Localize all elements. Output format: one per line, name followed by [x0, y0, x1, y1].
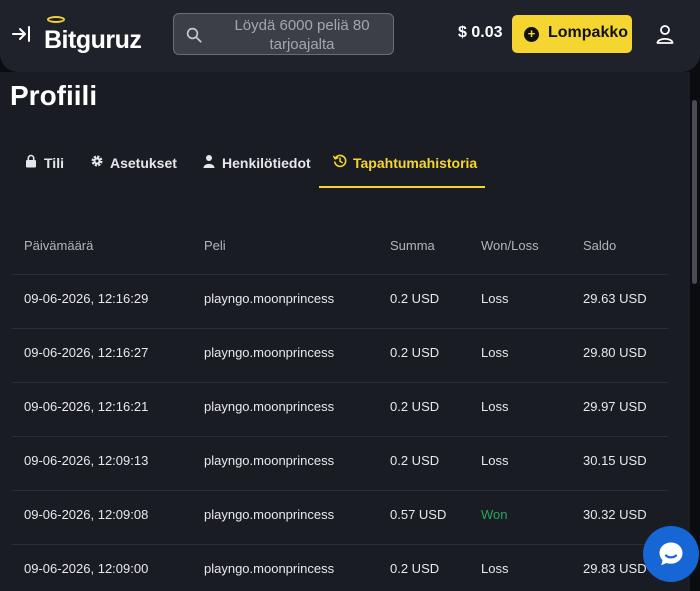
tab-label: Henkilötiedot — [222, 155, 311, 171]
page-title: Profiili — [10, 80, 98, 111]
cell-date: 09-06-2026, 12:16:27 — [24, 345, 149, 360]
cell-result: Won — [481, 507, 508, 522]
user-icon[interactable] — [653, 22, 677, 46]
transaction-table: Päivämäärä Peli Summa Won/Loss Saldo 09-… — [12, 224, 668, 591]
tab-label: Tapahtumahistoria — [353, 155, 478, 171]
collapse-sidebar-icon[interactable] — [10, 22, 34, 46]
table-row: 09-06-2026, 12:16:21 playngo.moonprinces… — [12, 383, 668, 437]
bitguruz-logo[interactable]: Bitguruz — [44, 14, 162, 56]
cell-balance: 30.32 USD — [583, 507, 647, 522]
cell-date: 09-06-2026, 12:16:21 — [24, 399, 149, 414]
cell-amount: 0.2 USD — [390, 399, 440, 414]
tab-label: Tili — [44, 155, 64, 171]
column-header-game: Peli — [204, 238, 226, 253]
logo-text: Bitguruz — [44, 26, 142, 54]
cell-result: Loss — [481, 345, 509, 360]
plus-circle-icon: + — [524, 27, 539, 42]
balance-amount: $ 0.03 — [458, 24, 503, 41]
wallet-button[interactable]: + Lompakko — [512, 15, 632, 53]
cell-game: playngo.moonprincess — [204, 507, 335, 522]
cell-date: 09-06-2026, 12:16:29 — [24, 291, 149, 306]
tab-label: Asetukset — [110, 155, 177, 171]
column-header-won-loss: Won/Loss — [481, 238, 539, 253]
cell-result: Loss — [481, 453, 509, 468]
cell-amount: 0.2 USD — [390, 345, 440, 360]
search-input[interactable]: Löydä 6000 peliä 80 tarjoajalta — [173, 13, 394, 55]
cell-amount: 0.2 USD — [390, 453, 440, 468]
column-header-balance: Saldo — [583, 238, 617, 253]
cell-balance: 29.97 USD — [583, 399, 647, 414]
cell-date: 09-06-2026, 12:09:00 — [24, 561, 149, 576]
cell-amount: 0.57 USD — [390, 507, 447, 522]
person-icon — [203, 155, 215, 168]
top-bar: Bitguruz Löydä 6000 peliä 80 tarjoajalta… — [0, 0, 700, 72]
search-placeholder: Löydä 6000 peliä 80 tarjoajalta — [234, 17, 370, 53]
table-row: 09-06-2026, 12:09:13 playngo.moonprinces… — [12, 437, 668, 491]
cell-game: playngo.moonprincess — [204, 399, 335, 414]
history-icon — [333, 154, 347, 168]
cell-result: Loss — [481, 399, 509, 414]
scrollbar-thumb[interactable] — [692, 100, 697, 284]
live-chat-button[interactable] — [643, 526, 699, 582]
cell-result: Loss — [481, 561, 509, 576]
logo-halo-icon — [47, 16, 65, 23]
profile-panel: Profiili Tili Asetukset Henkilötiedot Ta… — [0, 72, 690, 591]
cell-amount: 0.2 USD — [390, 291, 440, 306]
cell-balance: 29.80 USD — [583, 345, 647, 360]
cell-date: 09-06-2026, 12:09:13 — [24, 453, 149, 468]
gear-icon — [91, 155, 103, 167]
cell-result: Loss — [481, 291, 509, 306]
cell-balance: 30.15 USD — [583, 453, 647, 468]
active-tab-indicator — [319, 186, 485, 188]
scrollbar[interactable] — [690, 72, 700, 591]
cell-game: playngo.moonprincess — [204, 561, 335, 576]
cell-game: playngo.moonprincess — [204, 453, 335, 468]
lock-icon — [26, 154, 36, 168]
chat-bubble-icon — [659, 542, 683, 566]
wallet-label: Lompakko — [548, 24, 629, 41]
table-row: 09-06-2026, 12:09:08 playngo.moonprinces… — [12, 491, 668, 545]
table-row: 09-06-2026, 12:09:00 playngo.moonprinces… — [12, 545, 668, 591]
cell-game: playngo.moonprincess — [204, 291, 335, 306]
cell-amount: 0.2 USD — [390, 561, 440, 576]
table-header: Päivämäärä Peli Summa Won/Loss Saldo — [12, 224, 668, 275]
cell-date: 09-06-2026, 12:09:08 — [24, 507, 149, 522]
column-header-date: Päivämäärä — [24, 238, 94, 253]
table-row: 09-06-2026, 12:16:29 playngo.moonprinces… — [12, 275, 668, 329]
cell-game: playngo.moonprincess — [204, 345, 335, 360]
table-row: 09-06-2026, 12:16:27 playngo.moonprinces… — [12, 329, 668, 383]
search-icon — [186, 27, 202, 43]
cell-balance: 29.83 USD — [583, 561, 647, 576]
column-header-amount: Summa — [390, 238, 435, 253]
cell-balance: 29.63 USD — [583, 291, 647, 306]
